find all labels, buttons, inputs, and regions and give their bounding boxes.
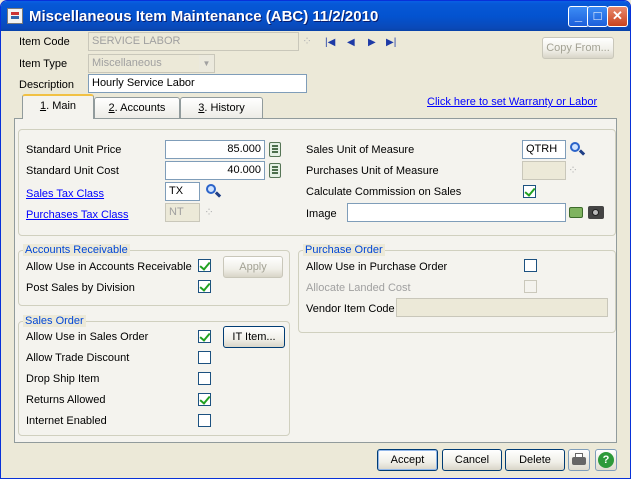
magnifier-icon[interactable]: [568, 141, 586, 159]
camera-icon[interactable]: [588, 206, 604, 219]
post-division-checkbox[interactable]: [198, 280, 211, 293]
vendor-item-field[interactable]: [396, 298, 608, 317]
lookup-icon[interactable]: ⁘: [568, 163, 586, 181]
window-title: Miscellaneous Item Maintenance (ABC) 11/…: [29, 8, 379, 25]
internet-checkbox[interactable]: [198, 414, 211, 427]
magnifier-icon[interactable]: [204, 183, 222, 201]
std-cost-label: Standard Unit Cost: [26, 165, 119, 177]
landed-cost-checkbox[interactable]: [524, 280, 537, 293]
ar-allow-checkbox[interactable]: [198, 259, 211, 272]
item-type-value: Miscellaneous: [92, 57, 162, 69]
so-group-title: Sales Order: [23, 315, 86, 327]
calc-commission-checkbox[interactable]: [523, 185, 536, 198]
std-price-field[interactable]: 85.000: [165, 140, 265, 159]
lookup-icon[interactable]: ⁘: [204, 205, 222, 223]
image-field[interactable]: [347, 203, 566, 222]
item-type-select[interactable]: Miscellaneous ▼: [88, 54, 215, 73]
previous-record-icon[interactable]: ◀: [347, 37, 355, 48]
purchases-tax-class-field[interactable]: NT: [165, 203, 200, 222]
po-group-title: Purchase Order: [303, 244, 385, 256]
drop-ship-label: Drop Ship Item: [26, 373, 100, 385]
cancel-button[interactable]: Cancel: [442, 449, 502, 471]
last-record-icon[interactable]: ▶|: [386, 37, 396, 48]
it-item-button[interactable]: IT Item...: [223, 326, 285, 348]
calculator-icon[interactable]: [269, 163, 281, 178]
po-allow-checkbox[interactable]: [524, 259, 537, 272]
returns-checkbox[interactable]: [198, 393, 211, 406]
maximize-button[interactable]: □: [587, 6, 608, 27]
first-record-icon[interactable]: |◀: [325, 37, 335, 48]
warranty-link[interactable]: Click here to set Warranty or Labor: [427, 96, 597, 108]
po-allow-label: Allow Use in Purchase Order: [306, 261, 448, 273]
internet-label: Internet Enabled: [26, 415, 107, 427]
copy-from-button[interactable]: Copy From...: [542, 37, 614, 59]
lookup-icon[interactable]: ⁘: [302, 34, 320, 52]
image-label: Image: [306, 208, 337, 220]
window-icon: [7, 8, 23, 24]
returns-label: Returns Allowed: [26, 394, 106, 406]
tab-history[interactable]: 3. History: [180, 97, 263, 119]
tab-main[interactable]: 1. Main: [22, 94, 94, 119]
calc-commission-label: Calculate Commission on Sales: [306, 186, 462, 198]
sales-tax-class-field[interactable]: TX: [165, 182, 200, 201]
accept-button[interactable]: Accept: [377, 449, 438, 471]
help-icon: ?: [598, 452, 614, 468]
help-button[interactable]: ?: [595, 449, 617, 471]
landed-cost-label: Allocate Landed Cost: [306, 282, 411, 294]
trade-discount-checkbox[interactable]: [198, 351, 211, 364]
vendor-item-label: Vendor Item Code: [306, 303, 395, 315]
description-label: Description: [19, 79, 75, 91]
close-button[interactable]: ✕: [607, 6, 628, 27]
item-type-label: Item Type: [19, 58, 68, 70]
std-cost-field[interactable]: 40.000: [165, 161, 265, 180]
purchases-uom-field[interactable]: [522, 161, 566, 180]
print-button[interactable]: [568, 449, 590, 471]
printer-paper: [575, 453, 583, 458]
description-field[interactable]: Hourly Service Labor: [88, 74, 307, 93]
purchases-uom-label: Purchases Unit of Measure: [306, 165, 439, 177]
so-allow-checkbox[interactable]: [198, 330, 211, 343]
tab-accounts[interactable]: 2. Accounts: [94, 97, 180, 119]
next-record-icon[interactable]: ▶: [368, 37, 376, 48]
ar-allow-label: Allow Use in Accounts Receivable: [26, 261, 192, 273]
sales-uom-field[interactable]: QTRH: [522, 140, 566, 159]
folder-icon[interactable]: [569, 207, 583, 218]
delete-button[interactable]: Delete: [505, 449, 565, 471]
item-maintenance-window: Miscellaneous Item Maintenance (ABC) 11/…: [0, 0, 631, 479]
printer-icon: [572, 457, 586, 465]
chevron-down-icon: ▼: [199, 55, 214, 72]
sales-tax-class-link[interactable]: Sales Tax Class: [26, 188, 104, 200]
sales-uom-label: Sales Unit of Measure: [306, 144, 415, 156]
item-code-label: Item Code: [19, 36, 70, 48]
minimize-button[interactable]: _: [568, 6, 589, 27]
calculator-icon[interactable]: [269, 142, 281, 157]
trade-discount-label: Allow Trade Discount: [26, 352, 130, 364]
ar-group-title: Accounts Receivable: [23, 244, 130, 256]
title-bar: Miscellaneous Item Maintenance (ABC) 11/…: [1, 1, 630, 31]
item-code-field[interactable]: SERVICE LABOR: [88, 32, 299, 51]
std-price-label: Standard Unit Price: [26, 144, 122, 156]
drop-ship-checkbox[interactable]: [198, 372, 211, 385]
purchases-tax-class-link[interactable]: Purchases Tax Class: [26, 209, 129, 221]
so-allow-label: Allow Use in Sales Order: [26, 331, 149, 343]
apply-button[interactable]: Apply: [223, 256, 283, 278]
post-division-label: Post Sales by Division: [26, 282, 135, 294]
